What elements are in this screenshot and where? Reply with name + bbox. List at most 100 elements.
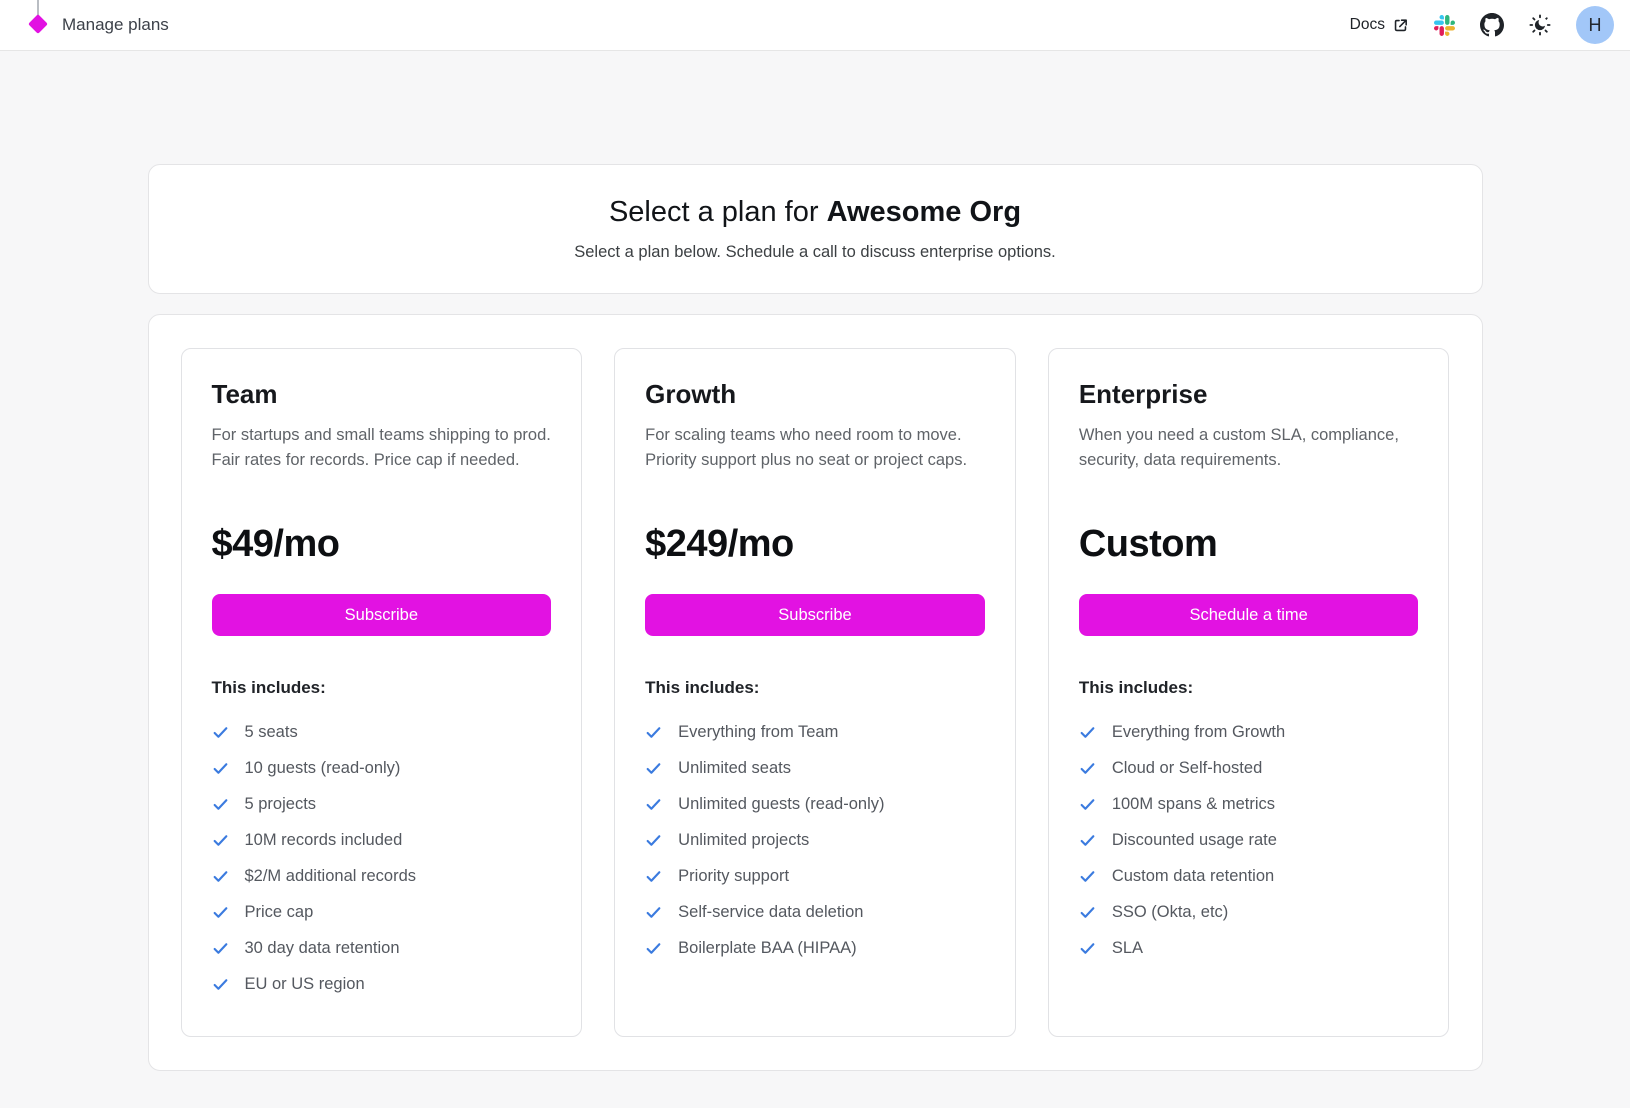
check-icon [212,940,229,957]
avatar-initial: H [1589,15,1602,36]
plan-card-growth: Growth For scaling teams who need room t… [614,348,1016,1037]
check-icon [1079,760,1096,777]
feature-item: 10 guests (read-only) [212,750,552,786]
plan-description: When you need a custom SLA, compliance, … [1079,423,1419,499]
feature-text: 100M spans & metrics [1112,795,1275,814]
feature-item: SSO (Okta, etc) [1079,894,1419,930]
feature-item: $2/M additional records [212,858,552,894]
feature-text: 30 day data retention [245,939,400,958]
feature-item: EU or US region [212,966,552,1002]
header-right: Docs [1350,6,1614,44]
subscribe-button[interactable]: Subscribe [645,594,985,636]
hero-title: Select a plan for Awesome Org [609,196,1021,229]
feature-text: 5 projects [245,795,317,814]
page-title: Manage plans [62,15,169,35]
feature-text: Priority support [678,867,789,886]
theme-toggle-icon[interactable] [1529,14,1551,36]
plan-price: $49/mo [212,523,552,566]
feature-text: Unlimited projects [678,831,809,850]
check-icon [1079,904,1096,921]
check-icon [1079,940,1096,957]
feature-list: Everything from Team Unlimited seats Unlim… [645,714,985,966]
includes-label: This includes: [1079,678,1419,698]
external-link-icon [1392,17,1409,34]
feature-item: 5 seats [212,714,552,750]
plan-card-enterprise: Enterprise When you need a custom SLA, c… [1048,348,1450,1037]
feature-text: 10 guests (read-only) [245,759,401,778]
feature-list: 5 seats 10 guests (read-only) 5 projects 10… [212,714,552,1002]
feature-item: Self-service data deletion [645,894,985,930]
feature-text: SLA [1112,939,1143,958]
plan-description: For scaling teams who need room to move.… [645,423,985,499]
feature-item: Discounted usage rate [1079,822,1419,858]
github-icon[interactable] [1480,13,1504,37]
slack-icon[interactable] [1434,15,1455,36]
check-icon [1079,796,1096,813]
check-icon [645,904,662,921]
plan-description: For startups and small teams shipping to… [212,423,552,499]
check-icon [645,868,662,885]
feature-item: 10M records included [212,822,552,858]
plans-panel: Team For startups and small teams shippi… [148,314,1483,1071]
feature-list: Everything from Growth Cloud or Self-host… [1079,714,1419,966]
feature-item: Unlimited projects [645,822,985,858]
feature-item: Boilerplate BAA (HIPAA) [645,930,985,966]
check-icon [645,760,662,777]
feature-text: $2/M additional records [245,867,417,886]
feature-text: Boilerplate BAA (HIPAA) [678,939,857,958]
main-content: Select a plan for Awesome Org Select a p… [148,51,1483,1071]
feature-item: Custom data retention [1079,858,1419,894]
feature-text: Everything from Team [678,723,838,742]
top-bar: Manage plans Docs [0,0,1630,51]
feature-item: 100M spans & metrics [1079,786,1419,822]
avatar[interactable]: H [1576,6,1614,44]
check-icon [212,976,229,993]
check-icon [645,724,662,741]
feature-item: Unlimited guests (read-only) [645,786,985,822]
check-icon [212,904,229,921]
check-icon [645,940,662,957]
feature-text: 10M records included [245,831,403,850]
check-icon [212,832,229,849]
feature-text: Custom data retention [1112,867,1274,886]
app-logo-icon [28,0,48,51]
feature-text: Cloud or Self-hosted [1112,759,1262,778]
check-icon [1079,724,1096,741]
feature-text: Price cap [245,903,314,922]
feature-item: 30 day data retention [212,930,552,966]
feature-item: 5 projects [212,786,552,822]
feature-text: Self-service data deletion [678,903,863,922]
check-icon [212,724,229,741]
feature-item: Everything from Growth [1079,714,1419,750]
docs-link[interactable]: Docs [1350,16,1409,34]
diamond-icon [28,14,48,34]
plan-card-team: Team For startups and small teams shippi… [181,348,583,1037]
feature-text: Discounted usage rate [1112,831,1277,850]
check-icon [212,760,229,777]
check-icon [645,832,662,849]
check-icon [1079,832,1096,849]
feature-text: Unlimited seats [678,759,791,778]
feature-text: 5 seats [245,723,298,742]
plan-name: Growth [645,379,985,410]
feature-item: Unlimited seats [645,750,985,786]
check-icon [1079,868,1096,885]
plan-name: Team [212,379,552,410]
subscribe-button[interactable]: Subscribe [212,594,552,636]
feature-item: Cloud or Self-hosted [1079,750,1419,786]
feature-text: Everything from Growth [1112,723,1285,742]
plan-price: Custom [1079,523,1419,566]
hero-subtitle: Select a plan below. Schedule a call to … [574,243,1056,262]
docs-link-label: Docs [1350,16,1385,34]
feature-item: Priority support [645,858,985,894]
plan-name: Enterprise [1079,379,1419,410]
schedule-a-time-button[interactable]: Schedule a time [1079,594,1419,636]
feature-text: EU or US region [245,975,365,994]
org-name: Awesome Org [827,196,1021,228]
plan-select-header-card: Select a plan for Awesome Org Select a p… [148,164,1483,294]
plan-price: $249/mo [645,523,985,566]
header-left: Manage plans [28,0,169,50]
includes-label: This includes: [645,678,985,698]
check-icon [212,868,229,885]
feature-item: Price cap [212,894,552,930]
